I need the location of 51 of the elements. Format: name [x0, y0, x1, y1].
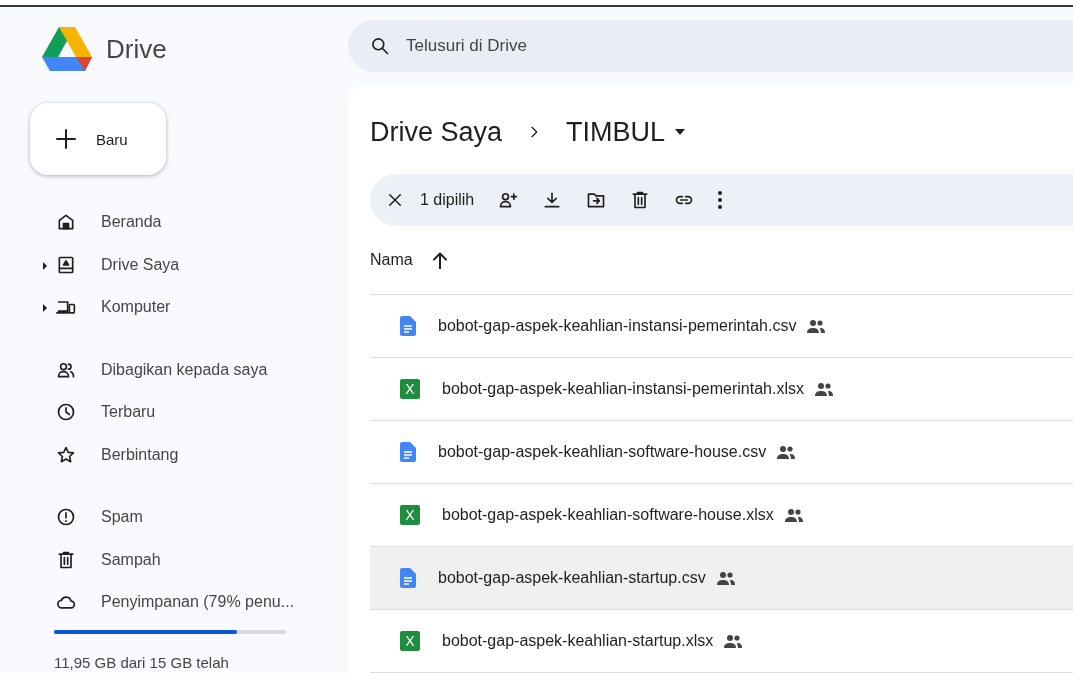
file-row[interactable]: bobot-gap-aspek-keahlian-instansi-pemerintah.csv [370, 295, 1073, 358]
drive-logo-icon[interactable] [42, 27, 92, 71]
home-icon [56, 212, 76, 233]
file-name: bobot-gap-aspek-keahlian-software-house.xlsx [442, 506, 774, 524]
file-name: bobot-gap-aspek-keahlian-instansi-pemerintah.csv [438, 317, 797, 335]
new-button[interactable]: Baru [30, 103, 166, 175]
file-name: bobot-gap-aspek-keahlian-startup.csv [438, 569, 706, 587]
star-icon [56, 444, 76, 465]
breadcrumb-link[interactable]: Drive Saya [370, 116, 503, 148]
column-header[interactable]: Nama [370, 251, 413, 269]
nav-item[interactable]: Komputer [101, 298, 171, 317]
document-icon [400, 442, 416, 462]
clock-icon [56, 402, 76, 423]
document-icon [400, 316, 416, 336]
spreadsheet-icon: X [400, 379, 420, 399]
nav-item[interactable]: Drive Saya [101, 255, 180, 274]
file-name: bobot-gap-aspek-keahlian-software-house.csv [438, 443, 767, 461]
file-name: bobot-gap-aspek-keahlian-startup.xlsx [442, 632, 714, 650]
caret-icon[interactable] [675, 129, 686, 135]
storage-text: 11,95 GB dari 15 GB telah [54, 653, 230, 671]
file-row[interactable]: bobot-gap-aspek-keahlian-startup.csv [370, 547, 1073, 610]
nav-item[interactable]: Spam [101, 508, 143, 527]
trash-icon [56, 549, 76, 570]
more-icon[interactable] [718, 191, 723, 209]
spreadsheet-icon: X [400, 505, 420, 525]
search-field[interactable]: Telusuri di Drive [348, 20, 1073, 72]
folder-title[interactable]: TIMBUL [566, 116, 666, 148]
file-name: bobot-gap-aspek-keahlian-instansi-pemerintah.xlsx [442, 380, 804, 398]
app-title: Drive [106, 33, 167, 65]
expand-arrow-icon[interactable] [43, 304, 47, 312]
file-row[interactable]: X bobot-gap-aspek-keahlian-startup.xlsx [370, 610, 1073, 673]
nav-item[interactable]: Sampah [101, 550, 161, 569]
nav-item[interactable]: Beranda [101, 213, 162, 232]
nav-item[interactable]: Dibagikan kepada saya [101, 360, 268, 379]
nav-item[interactable]: Penyimpanan (79% penu... [101, 593, 294, 612]
nav-item[interactable]: Berbintang [101, 445, 179, 464]
add-person-icon [498, 190, 519, 210]
expand-arrow-icon[interactable] [43, 261, 47, 270]
file-row[interactable]: bobot-gap-aspek-keahlian-software-house.csv [370, 421, 1073, 484]
spreadsheet-icon: X [400, 631, 420, 651]
close-icon [386, 191, 404, 209]
file-row[interactable]: X bobot-gap-aspek-keahlian-instansi-pemerintah.xlsx [370, 358, 1073, 421]
sort-up-arrow-icon[interactable] [432, 251, 447, 269]
document-icon [400, 568, 416, 588]
nav-item[interactable]: Terbaru [101, 403, 156, 422]
selection-count: 1 dipilih [420, 191, 475, 209]
plus-icon [54, 127, 78, 151]
move-folder-icon [586, 190, 607, 210]
drive-icon [56, 254, 76, 275]
alert-icon [56, 507, 76, 528]
search-icon [370, 36, 390, 56]
